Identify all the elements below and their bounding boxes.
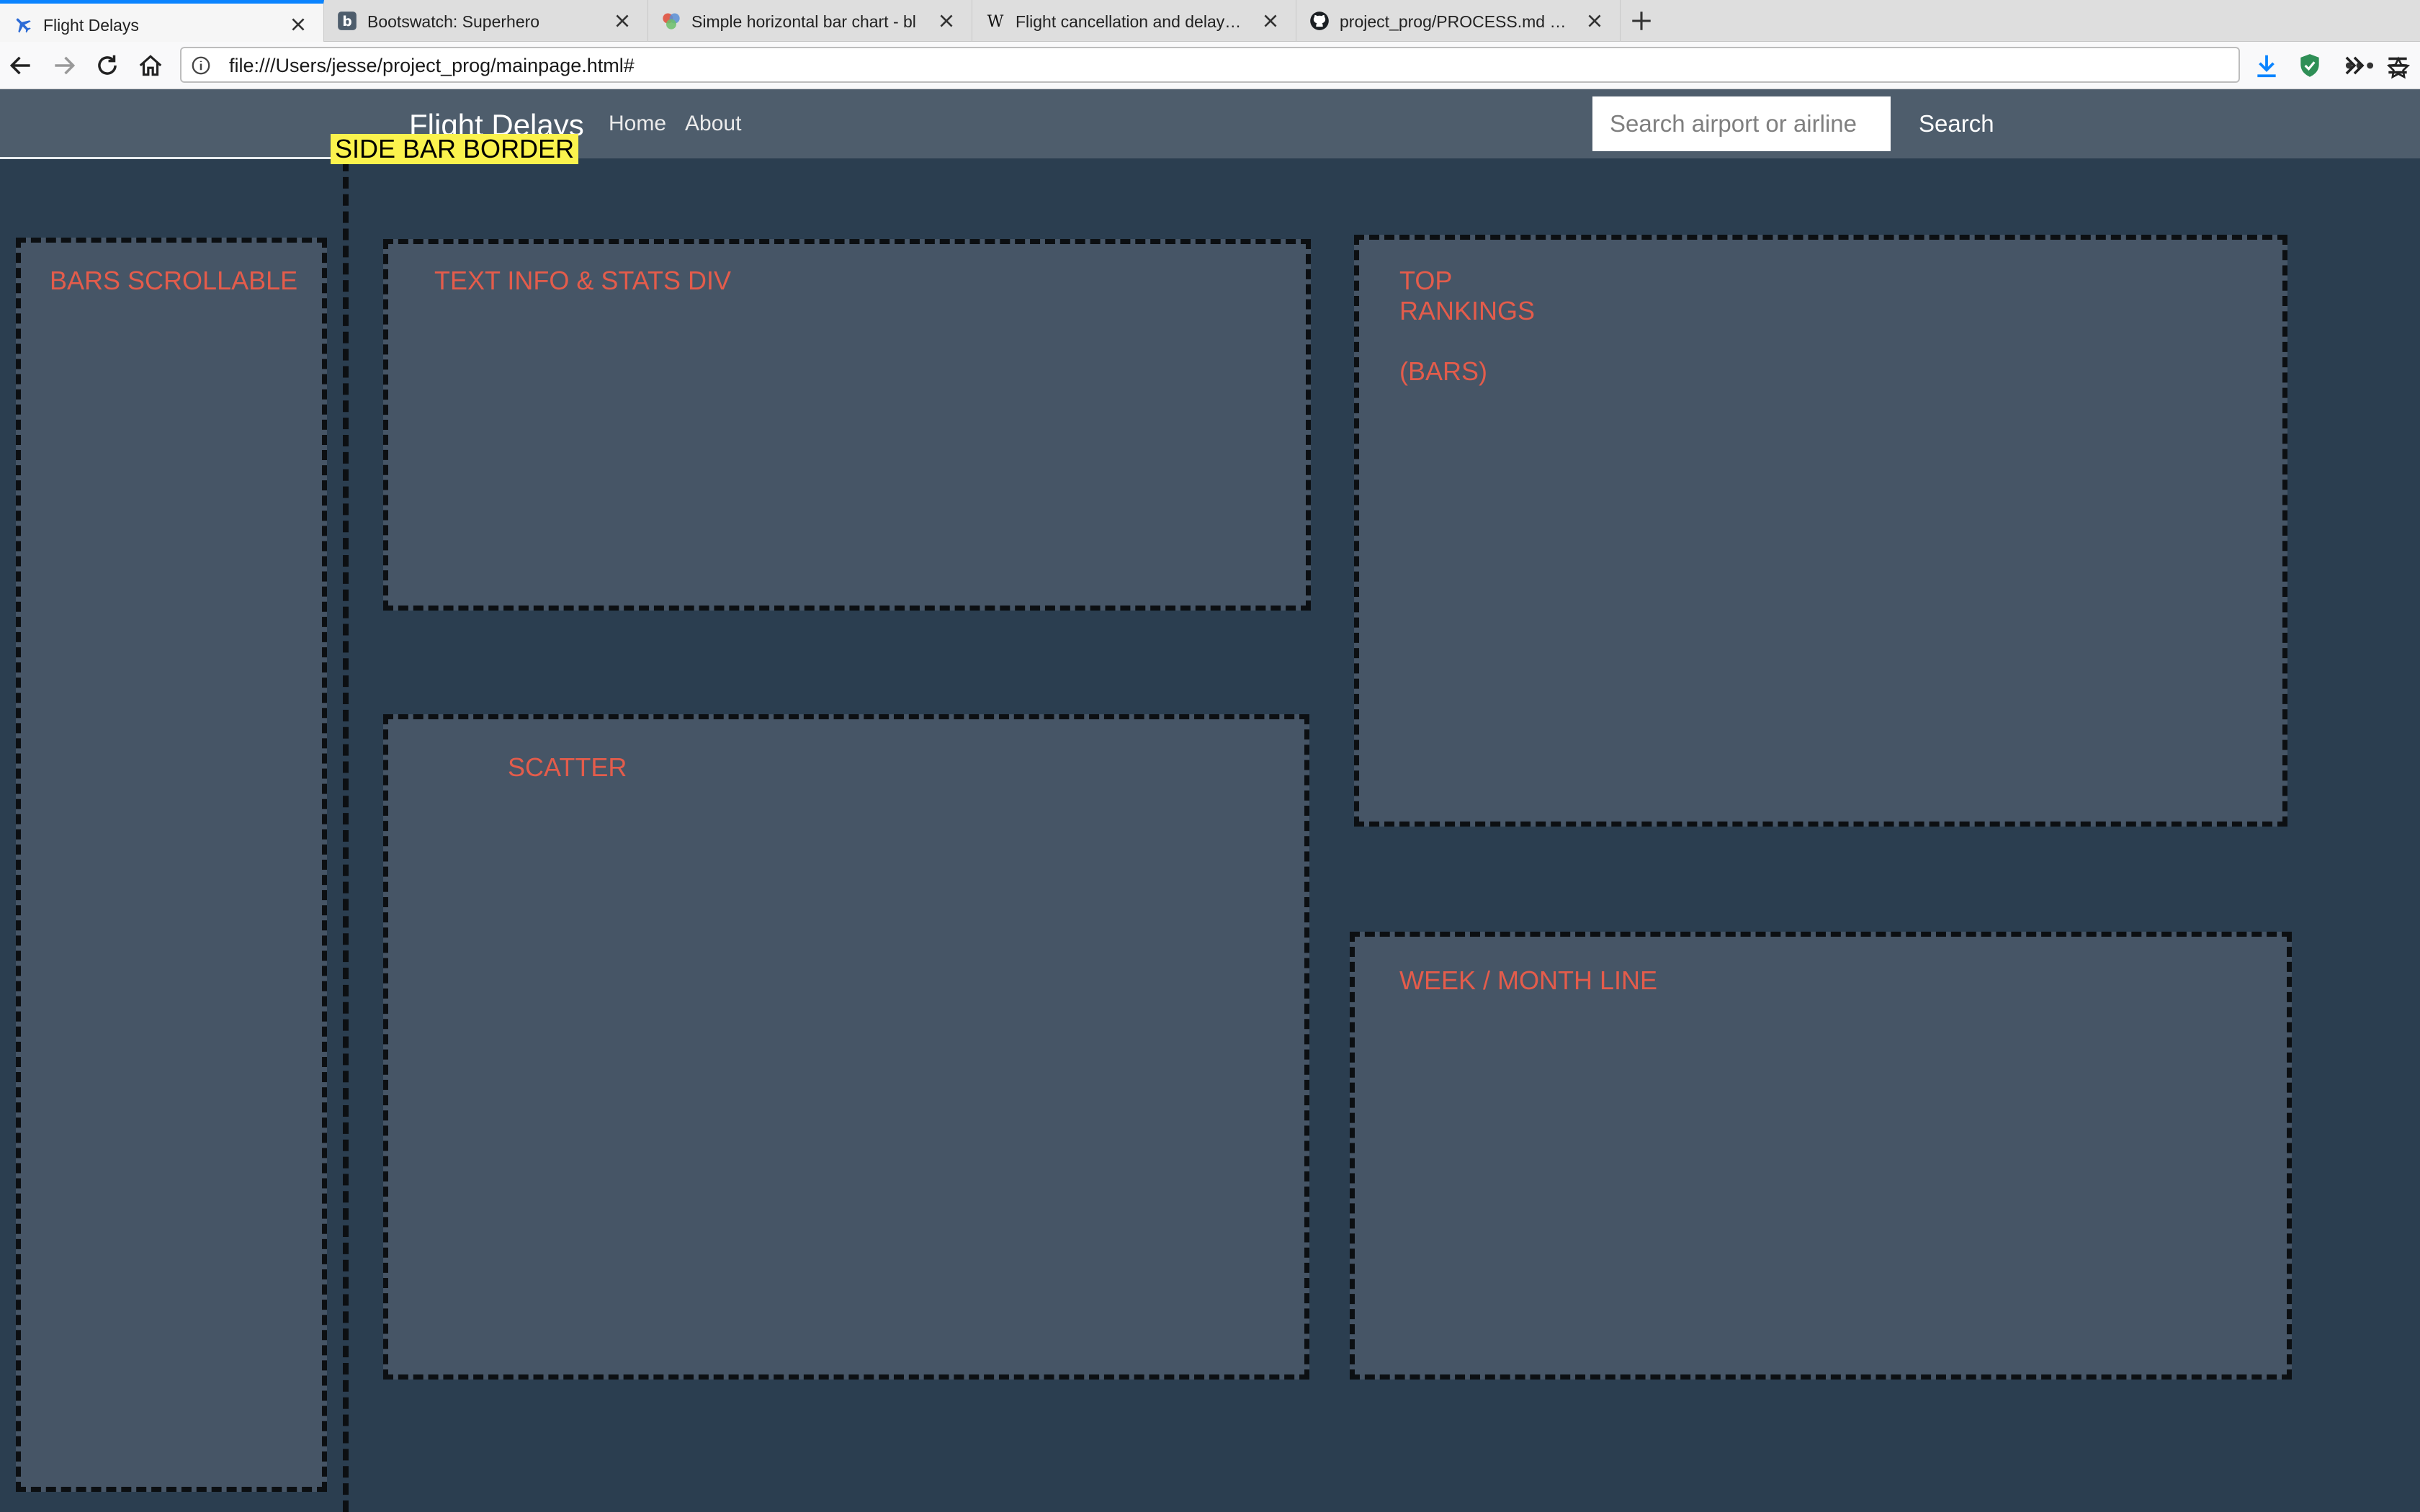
- panel-label: TEXT INFO & STATS DIV: [434, 266, 732, 295]
- close-icon[interactable]: [1585, 12, 1604, 30]
- nav-link-home[interactable]: Home: [609, 111, 666, 137]
- tab-title: Simple horizontal bar chart - bl: [691, 12, 916, 31]
- top-rankings-panel: TOP RANKINGS (BARS): [1354, 235, 2287, 827]
- github-icon: [1310, 12, 1329, 30]
- close-icon[interactable]: [1261, 12, 1280, 30]
- sidebar-border: [343, 160, 349, 1512]
- hamburger-menu-icon[interactable]: [2384, 52, 2411, 79]
- wikipedia-icon: W: [987, 12, 1004, 31]
- info-icon[interactable]: [190, 55, 212, 76]
- tab-title: Flight cancellation and delay - W: [1016, 12, 1245, 31]
- scatter-panel: SCATTER: [383, 714, 1309, 1380]
- browser-tab-bar-chart[interactable]: Simple horizontal bar chart - bl: [648, 0, 972, 42]
- back-icon[interactable]: [7, 52, 35, 79]
- panel-label: TOP RANKINGS (BARS): [1399, 266, 1536, 386]
- text-info-stats-panel: TEXT INFO & STATS DIV: [383, 239, 1311, 611]
- bars-scrollable-panel[interactable]: BARS SCROLLABLE: [16, 238, 327, 1492]
- airplane-icon: [16, 18, 31, 33]
- browser-tab-bootswatch[interactable]: b Bootswatch: Superhero: [324, 0, 648, 42]
- svg-text:b: b: [342, 14, 351, 30]
- home-icon[interactable]: [137, 52, 164, 79]
- nav-link-about[interactable]: About: [685, 111, 741, 137]
- tab-title: Flight Delays: [43, 16, 139, 35]
- reload-icon[interactable]: [94, 52, 121, 79]
- close-icon[interactable]: [937, 12, 956, 30]
- tab-title: Bootswatch: Superhero: [367, 12, 540, 31]
- browser-tab-flight-delays[interactable]: Flight Delays: [0, 0, 324, 42]
- bootswatch-icon: b: [338, 12, 357, 30]
- panel-label: WEEK / MONTH LINE: [1399, 966, 1658, 995]
- close-icon[interactable]: [289, 15, 308, 34]
- address-bar[interactable]: file:///Users/jesse/project_prog/mainpag…: [180, 47, 2411, 83]
- week-month-line-panel: WEEK / MONTH LINE: [1350, 932, 2292, 1380]
- tab-title: project_prog/PROCESS.md at m: [1340, 12, 1569, 31]
- svg-text:W: W: [987, 12, 1004, 31]
- close-icon[interactable]: [613, 12, 632, 30]
- search-input[interactable]: [1592, 96, 1891, 151]
- search-button[interactable]: Search: [1901, 99, 2012, 148]
- browser-tab-wikipedia[interactable]: W Flight cancellation and delay - W: [972, 0, 1296, 42]
- navbar-underline: [0, 157, 331, 159]
- download-icon[interactable]: [2253, 52, 2280, 79]
- sidebar-border-label: SIDE BAR BORDER: [331, 134, 579, 164]
- overflow-chevron-icon[interactable]: [2341, 52, 2368, 79]
- blocks-icon: [663, 13, 680, 30]
- panel-label: SCATTER: [508, 752, 627, 782]
- url-text: file:///Users/jesse/project_prog/mainpag…: [229, 55, 635, 76]
- browser-toolbar: file:///Users/jesse/project_prog/mainpag…: [0, 42, 2420, 89]
- new-tab-icon[interactable]: [1629, 9, 1654, 33]
- shield-icon[interactable]: [2296, 52, 2323, 79]
- browser-tab-bar: Flight Delays b Bootswatch: Superhero Si…: [0, 0, 2420, 42]
- forward-icon[interactable]: [50, 52, 78, 79]
- panel-label: BARS SCROLLABLE: [50, 266, 298, 295]
- browser-tab-github[interactable]: project_prog/PROCESS.md at m: [1296, 0, 1621, 42]
